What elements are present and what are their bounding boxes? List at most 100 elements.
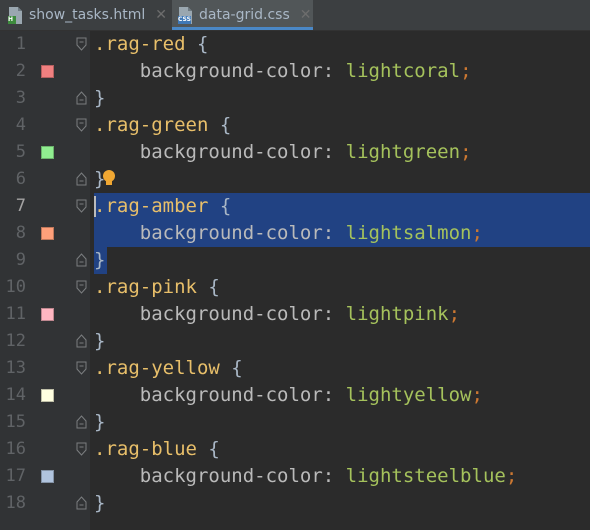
fold-end-icon[interactable]	[76, 415, 87, 429]
line-number: 15	[5, 412, 26, 432]
line-number: 4	[15, 115, 26, 135]
code-line[interactable]: 15}	[0, 409, 590, 436]
css-selector: .rag-yellow	[94, 357, 220, 379]
fold-collapse-icon[interactable]	[76, 118, 87, 132]
line-number: 12	[5, 331, 26, 351]
fold-collapse-icon[interactable]	[76, 37, 87, 51]
open-brace: {	[185, 33, 209, 55]
color-swatch-icon[interactable]	[41, 227, 54, 240]
line-number: 17	[5, 466, 26, 486]
css-file-icon: CSS	[178, 6, 193, 24]
tab-data-grid-css[interactable]: CSS data-grid.css ✕	[172, 0, 313, 30]
fold-end-icon[interactable]	[76, 91, 87, 105]
color-swatch-icon[interactable]	[41, 146, 54, 159]
code-text: }	[94, 85, 105, 112]
tab-show-tasks-html[interactable]: H show_tasks.html ✕	[8, 0, 167, 30]
fold-end-icon[interactable]	[76, 334, 87, 348]
color-swatch-icon[interactable]	[41, 65, 54, 78]
fold-end-icon[interactable]	[76, 172, 87, 186]
code-line[interactable]: 17 background-color: lightsteelblue;	[0, 463, 590, 490]
fold-collapse-icon[interactable]	[76, 199, 87, 213]
close-icon[interactable]: ✕	[155, 7, 167, 23]
line-number: 10	[5, 277, 26, 297]
css-selector: .rag-pink	[94, 276, 197, 298]
close-icon[interactable]: ✕	[300, 7, 312, 23]
line-number: 6	[15, 169, 26, 189]
semicolon: ;	[460, 60, 472, 82]
fold-end-icon[interactable]	[76, 253, 87, 267]
semicolon: ;	[505, 465, 518, 487]
code-line[interactable]: 13 .rag-yellow {	[0, 355, 590, 382]
css-value: lightpink	[345, 303, 449, 325]
semicolon: ;	[460, 141, 472, 163]
close-brace: }	[94, 492, 106, 514]
fold-end-icon[interactable]	[76, 496, 87, 510]
css-property: background-color:	[139, 141, 346, 163]
code-line[interactable]: 12}	[0, 328, 590, 355]
css-selector: .rag-red	[94, 33, 186, 55]
code-line[interactable]: 2 background-color: lightcoral;	[0, 58, 590, 85]
open-brace: {	[208, 195, 232, 217]
line-number: 14	[5, 385, 26, 405]
color-swatch-icon[interactable]	[41, 470, 54, 483]
code-editor[interactable]: 1 .rag-red {2 background-color: lightcora…	[0, 31, 590, 530]
color-swatch-icon[interactable]	[41, 389, 54, 402]
code-text: }	[94, 247, 105, 274]
code-text: .rag-blue {	[94, 436, 220, 463]
code-line[interactable]: 4 .rag-green {	[0, 112, 590, 139]
line-number: 1	[15, 34, 26, 54]
line-number: 8	[15, 223, 26, 243]
code-text: background-color: lightyellow;	[94, 382, 483, 409]
line-number: 13	[5, 358, 26, 378]
code-line[interactable]: 18}	[0, 490, 590, 517]
close-brace: }	[94, 330, 106, 352]
code-text: background-color: lightgreen;	[94, 139, 472, 166]
fold-collapse-icon[interactable]	[76, 442, 87, 456]
close-brace: }	[94, 249, 106, 271]
code-line[interactable]: 16 .rag-blue {	[0, 436, 590, 463]
css-value: lightyellow	[345, 384, 472, 406]
color-swatch-icon[interactable]	[41, 308, 54, 321]
code-line[interactable]: 1 .rag-red {	[0, 31, 590, 58]
css-value: lightsalmon	[345, 222, 472, 244]
semicolon: ;	[448, 303, 461, 325]
line-number: 9	[15, 250, 26, 270]
lightbulb-icon[interactable]	[101, 168, 117, 190]
code-text: .rag-yellow {	[94, 355, 243, 382]
code-line[interactable]: 3}	[0, 85, 590, 112]
semicolon: ;	[471, 384, 483, 406]
close-brace: }	[94, 411, 106, 433]
code-line[interactable]: 10 .rag-pink {	[0, 274, 590, 301]
code-line[interactable]: 5 background-color: lightgreen;	[0, 139, 590, 166]
css-value: lightgreen	[345, 141, 461, 163]
css-selector: .rag-blue	[94, 438, 197, 460]
close-brace: }	[94, 87, 106, 109]
fold-collapse-icon[interactable]	[76, 361, 87, 375]
semicolon: ;	[471, 222, 483, 244]
code-text: .rag-pink {	[94, 274, 220, 301]
code-line[interactable]: 7 .rag-amber {	[0, 193, 590, 220]
code-text: .rag-amber {	[94, 193, 231, 220]
code-line[interactable]: 11 background-color: lightpink;	[0, 301, 590, 328]
css-value: lightcoral	[345, 60, 461, 82]
line-number: 7	[15, 196, 26, 216]
line-number: 18	[5, 493, 26, 513]
fold-collapse-icon[interactable]	[76, 280, 87, 294]
css-selector: .rag-amber	[94, 195, 209, 217]
line-number: 16	[5, 439, 26, 459]
code-line[interactable]: 9}	[0, 247, 590, 274]
editor-tab-bar: H show_tasks.html ✕ CSS data-grid.css ✕	[0, 0, 590, 31]
line-number: 2	[15, 61, 26, 81]
code-text: background-color: lightpink;	[94, 301, 460, 328]
html-file-icon: H	[8, 6, 23, 24]
css-property: background-color:	[139, 465, 346, 487]
code-line[interactable]: 8 background-color: lightsalmon;	[0, 220, 590, 247]
text-caret	[94, 196, 96, 217]
code-text: }	[94, 328, 105, 355]
code-line[interactable]: 6}	[0, 166, 590, 193]
code-line[interactable]: 14 background-color: lightyellow;	[0, 382, 590, 409]
